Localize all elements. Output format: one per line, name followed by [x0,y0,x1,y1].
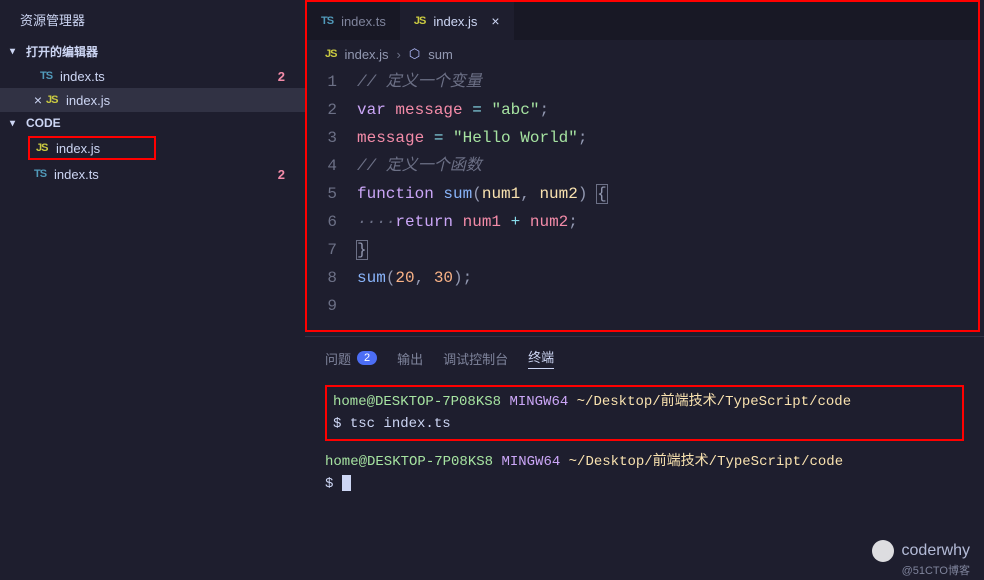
tab-debug-console[interactable]: 调试控制台 [443,347,508,369]
line-number: 4 [317,152,357,180]
code-editor[interactable]: 1// 定义一个变量 2var message = "abc"; 3messag… [307,68,978,330]
workspace-file-item[interactable]: TS index.ts 2 [0,162,305,186]
tab-output[interactable]: 输出 [397,347,423,369]
breadcrumb-symbol: sum [428,47,453,62]
symbol-icon: ⬡ [409,46,420,62]
terminal[interactable]: home@DESKTOP-7P08KS8 MINGW64 ~/Desktop/前… [305,379,984,507]
terminal-highlight: home@DESKTOP-7P08KS8 MINGW64 ~/Desktop/前… [325,385,964,441]
breadcrumb-file: index.js [344,47,388,62]
terminal-cursor [342,475,351,491]
panel-tabs: 问题 2 输出 调试控制台 终端 [305,337,984,379]
main-area: TS index.ts JS index.js × JS index.js › … [305,0,984,580]
open-editor-item[interactable]: × JS index.js [0,88,305,112]
line-number: 6 [317,208,357,236]
bottom-panel: 问题 2 输出 调试控制台 终端 home@DESKTOP-7P08KS8 MI… [305,336,984,507]
chevron-down-icon: ▾ [10,118,26,129]
file-label: index.ts [60,69,268,84]
chevron-right-icon: › [397,47,401,62]
ts-icon: TS [34,168,46,180]
explorer-sidebar: 资源管理器 ▾ 打开的编辑器 TS index.ts 2 × JS index.… [0,0,305,580]
explorer-title: 资源管理器 [0,0,305,39]
line-number: 8 [317,264,357,292]
js-icon: JS [36,142,47,154]
problem-badge: 2 [268,167,295,182]
line-number: 2 [317,96,357,124]
open-editors-header[interactable]: ▾ 打开的编辑器 [0,39,305,64]
line-number: 7 [317,236,357,264]
line-number: 1 [317,68,357,96]
line-number: 3 [317,124,357,152]
workspace-file-item[interactable]: JS index.js [28,136,156,160]
open-editor-item[interactable]: TS index.ts 2 [0,64,305,88]
tab-label: index.js [433,14,477,29]
close-icon[interactable]: × [30,92,46,108]
editor-tabs: TS index.ts JS index.js × [307,2,978,40]
tab-index-js[interactable]: JS index.js × [400,2,514,40]
file-label: index.ts [54,167,268,182]
chevron-down-icon: ▾ [10,46,26,57]
tab-label: index.ts [341,14,386,29]
file-label: index.js [56,141,144,156]
problems-count-badge: 2 [357,351,377,365]
tab-index-ts[interactable]: TS index.ts [307,2,400,40]
workspace-label: CODE [26,116,61,130]
editor-highlight: TS index.ts JS index.js × JS index.js › … [305,0,980,332]
line-number: 5 [317,180,357,208]
tab-problems[interactable]: 问题 2 [325,347,377,369]
close-icon[interactable]: × [491,13,499,29]
js-icon: JS [414,15,425,27]
js-icon: JS [325,48,336,60]
attribution: @51CTO博客 [902,562,970,578]
line-number: 9 [317,292,357,320]
file-label: index.js [66,93,295,108]
breadcrumb[interactable]: JS index.js › ⬡ sum [307,40,978,68]
watermark: coderwhy [872,540,970,562]
wechat-icon [872,540,894,562]
js-icon: JS [46,94,57,106]
problem-badge: 2 [268,69,295,84]
tab-terminal[interactable]: 终端 [528,347,554,369]
ts-icon: TS [40,70,52,82]
workspace-header[interactable]: ▾ CODE [0,112,305,134]
open-editors-label: 打开的编辑器 [26,43,98,60]
ts-icon: TS [321,15,333,27]
